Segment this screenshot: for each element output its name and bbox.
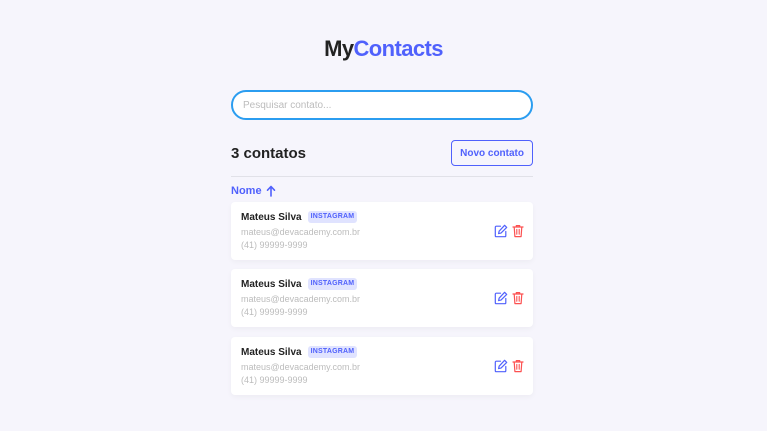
contact-name-row: Mateus Silva INSTAGRAM	[241, 210, 523, 224]
sort-label: Nome	[231, 185, 262, 197]
contact-name-row: Mateus Silva INSTAGRAM	[241, 345, 523, 359]
contact-phone: (41) 99999-9999	[241, 375, 308, 385]
contact-name-row: Mateus Silva INSTAGRAM	[241, 277, 523, 291]
contact-card: Mateus Silva INSTAGRAM mateus@devacademy…	[231, 202, 533, 260]
contact-email: mateus@devacademy.com.br	[241, 294, 361, 304]
edit-icon[interactable]	[494, 359, 508, 373]
logo-my: My	[324, 36, 354, 61]
contact-email: mateus@devacademy.com.br	[241, 227, 361, 237]
new-contact-button[interactable]: Novo contato	[451, 140, 533, 166]
contact-actions	[494, 359, 524, 373]
trash-icon[interactable]	[512, 291, 524, 305]
contact-card: Mateus Silva INSTAGRAM mateus@devacademy…	[231, 269, 533, 327]
contact-card: Mateus Silva INSTAGRAM mateus@devacademy…	[231, 337, 533, 395]
trash-icon[interactable]	[512, 359, 524, 373]
trash-icon[interactable]	[512, 224, 524, 238]
edit-icon[interactable]	[494, 224, 508, 238]
search-input[interactable]	[231, 90, 533, 120]
category-badge: INSTAGRAM	[307, 278, 358, 290]
arrow-up-icon	[266, 185, 275, 197]
contact-actions	[494, 224, 524, 238]
list-header: 3 contatos Novo contato	[231, 140, 533, 166]
sort-by-name-button[interactable]: Nome	[231, 184, 276, 198]
contact-phone: (41) 99999-9999	[241, 240, 308, 250]
contact-name: Mateus Silva	[241, 211, 302, 223]
contact-name: Mateus Silva	[241, 346, 302, 358]
logo-contacts: Contacts	[353, 36, 444, 61]
contacts-count: 3 contatos	[231, 144, 307, 162]
edit-icon[interactable]	[494, 291, 508, 305]
category-badge: INSTAGRAM	[307, 211, 358, 223]
header-divider	[231, 176, 533, 177]
contacts-page: MyContacts 3 contatos Novo contato Nome …	[0, 0, 767, 431]
contact-name: Mateus Silva	[241, 278, 302, 290]
contact-phone: (41) 99999-9999	[241, 307, 308, 317]
contact-email: mateus@devacademy.com.br	[241, 362, 361, 372]
category-badge: INSTAGRAM	[307, 346, 358, 358]
contact-actions	[494, 291, 524, 305]
app-logo: MyContacts	[0, 36, 767, 62]
